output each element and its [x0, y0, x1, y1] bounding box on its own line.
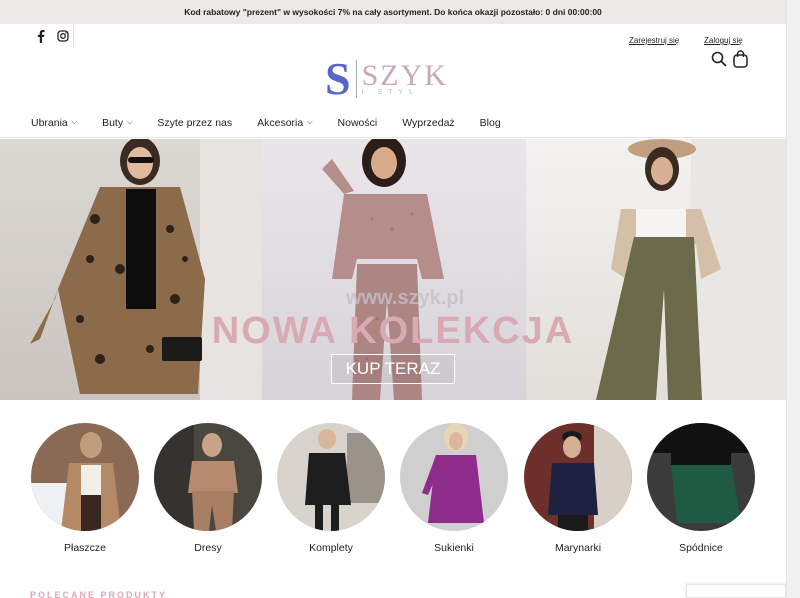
hero-photo-leopard-coat — [0, 139, 262, 400]
nav-item-szyte-przez-nas[interactable]: Szyte przez nas — [157, 117, 232, 129]
login-link[interactable]: Zaloguj się — [704, 36, 743, 45]
social-links — [30, 25, 74, 47]
register-link[interactable]: Zarejestruj się — [629, 36, 679, 45]
category-label: Komplety — [309, 542, 353, 554]
cart-icon[interactable] — [733, 50, 748, 72]
nav-item-buty[interactable]: Buty ⌵ — [102, 117, 132, 129]
category-label: Dresy — [194, 542, 222, 554]
scrollbar[interactable] — [786, 0, 800, 598]
category-image — [647, 423, 755, 531]
category-image — [277, 423, 385, 531]
chevron-down-icon: ⌵ — [307, 119, 313, 126]
chevron-down-icon: ⌵ — [127, 119, 133, 126]
category-sukienki[interactable]: Sukienki — [400, 423, 508, 554]
category-label: Marynarki — [554, 542, 602, 554]
logo-mark: S — [325, 53, 351, 104]
category-label: Płaszcze — [63, 542, 106, 554]
facebook-icon[interactable] — [30, 25, 52, 47]
category-komplety[interactable]: Komplety — [277, 423, 385, 554]
promo-bar: Kod rabatowy "prezent" w wysokości 7% na… — [0, 0, 786, 24]
search-icon[interactable] — [711, 51, 727, 71]
category-image — [400, 423, 508, 531]
hero-photo-khaki-trousers — [526, 139, 786, 400]
hero-title: NOWA KOLEKCJA — [211, 310, 575, 352]
logo-wordmark: SZYK — [361, 59, 448, 92]
recommended-products-heading: POLECANE PRODUKTY — [30, 590, 168, 598]
category-label: Sukienki — [434, 542, 474, 554]
recaptcha-badge[interactable] — [686, 584, 786, 598]
category-image — [154, 423, 262, 531]
logo-tagline: I STYL — [361, 89, 419, 96]
hero-watermark: www.szyk.pl — [345, 287, 464, 309]
category-marynarki[interactable]: Marynarki — [524, 423, 632, 554]
category-spodnice[interactable]: Spódnice — [647, 423, 755, 554]
shop-now-button[interactable]: KUP TERAZ — [331, 354, 455, 384]
nav-divider — [0, 137, 786, 138]
instagram-icon[interactable] — [52, 25, 74, 47]
site-logo[interactable]: S SZYK I STYL — [325, 56, 448, 102]
category-image — [524, 423, 632, 531]
nav-item-ubrania[interactable]: Ubrania ⌵ — [31, 117, 77, 129]
nav-item-akcesoria[interactable]: Akcesoria ⌵ — [257, 117, 312, 129]
social-divider — [73, 25, 74, 47]
category-image — [31, 423, 139, 531]
nav-item-nowosci[interactable]: Nowości — [338, 117, 378, 129]
main-nav: Ubrania ⌵ Buty ⌵ Szyte przez nas Akcesoria… — [31, 117, 526, 129]
chevron-down-icon: ⌵ — [71, 119, 78, 126]
nav-item-wyprzedaz[interactable]: Wyprzedaż — [402, 117, 454, 129]
category-label: Spódnice — [679, 542, 723, 554]
promo-text: Kod rabatowy "prezent" w wysokości 7% na… — [184, 7, 602, 17]
header-icons — [711, 50, 748, 72]
category-plaszcze[interactable]: Płaszcze — [31, 423, 139, 554]
nav-item-blog[interactable]: Blog — [480, 117, 501, 129]
hero-banner[interactable]: www.szyk.pl NOWA KOLEKCJA KUP TERAZ — [0, 139, 786, 400]
category-dresy[interactable]: Dresy — [154, 423, 262, 554]
logo-separator — [355, 60, 357, 98]
